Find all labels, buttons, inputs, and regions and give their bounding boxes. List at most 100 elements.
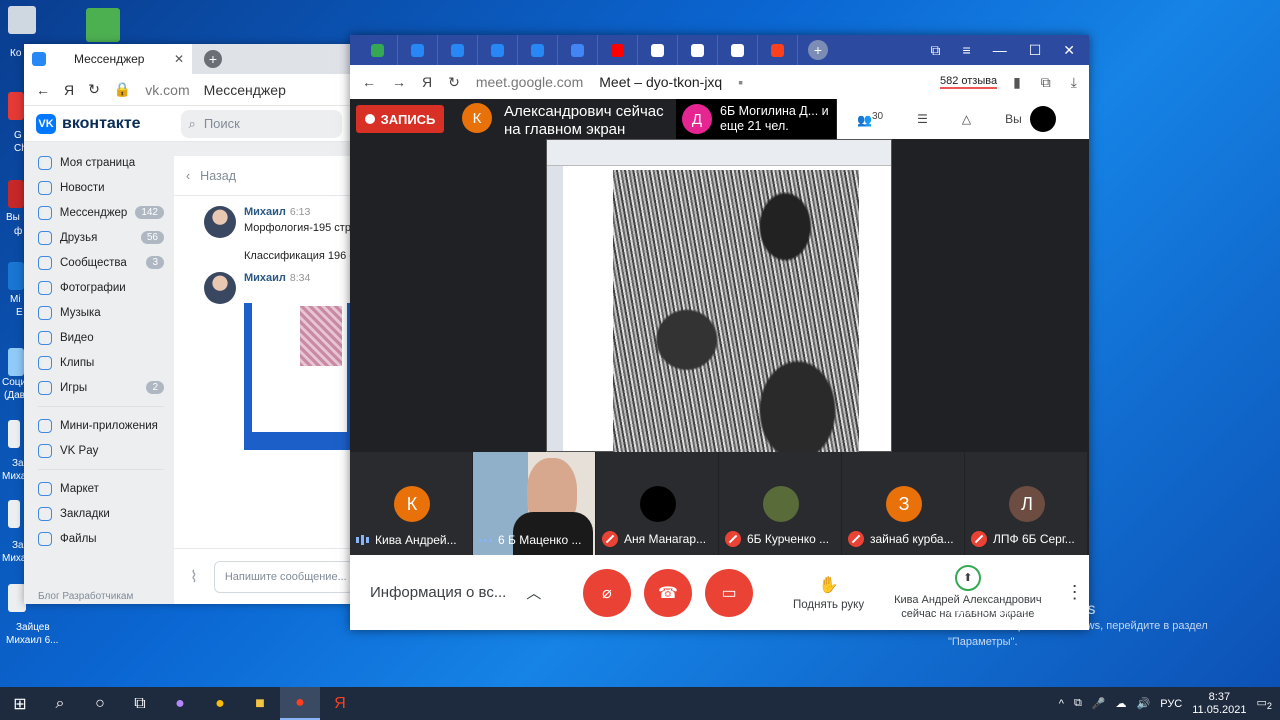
tab-messenger[interactable]: Мессенджер ✕ xyxy=(24,44,192,74)
volume-icon[interactable]: 🔊 xyxy=(1137,697,1151,710)
forward-icon[interactable]: → xyxy=(392,74,406,90)
people-button[interactable]: 👥30 xyxy=(857,111,883,127)
start-button[interactable]: ⊞ xyxy=(0,687,40,720)
back-button[interactable]: ‹ Назад xyxy=(174,156,354,196)
reviews-badge[interactable]: 582 отзыва xyxy=(939,75,998,89)
desktop-label[interactable]: Соци xyxy=(2,377,26,389)
footer-links[interactable]: Блог Разработчикам xyxy=(38,591,133,602)
camera-toggle-button[interactable]: ▭ xyxy=(705,568,753,617)
tab-youtube[interactable] xyxy=(598,35,638,65)
desktop-label[interactable]: (Дав xyxy=(4,390,25,402)
participant-tile[interactable]: 6 Б Маценко ... xyxy=(473,452,596,555)
screenshot-attachment[interactable] xyxy=(244,290,354,450)
new-tab-button[interactable]: + xyxy=(808,40,828,60)
paperclip-icon[interactable]: ⌇ xyxy=(190,567,198,587)
close-icon[interactable]: ✕ xyxy=(1063,42,1075,59)
participant-tile[interactable]: Л ЛПФ 6Б Серг... xyxy=(965,452,1088,555)
sidebar-item-games[interactable]: Игры 2 xyxy=(38,375,174,400)
reload-icon[interactable]: ↻ xyxy=(448,74,460,91)
message-author[interactable]: Михаил 8:34 xyxy=(244,272,354,284)
participant-tile[interactable]: Аня Манагар... xyxy=(596,452,719,555)
bookmark-icon[interactable]: ▮ xyxy=(1013,74,1021,91)
menu-icon[interactable]: ≡ xyxy=(963,42,971,59)
sidebar-item-friends[interactable]: Друзья 56 xyxy=(38,225,174,250)
folder-icon[interactable] xyxy=(78,8,120,44)
desktop-label[interactable]: Вы xyxy=(6,212,20,224)
meeting-info-button[interactable]: Информация о вс... ︿ xyxy=(370,582,570,603)
reload-icon[interactable]: ↻ xyxy=(88,81,100,98)
desktop-label[interactable]: Mi xyxy=(10,294,21,306)
activities-icon[interactable]: △ xyxy=(962,112,971,126)
sidebar-item-vk-pay[interactable]: VK Pay xyxy=(38,438,174,463)
alice-button[interactable]: ● xyxy=(160,687,200,720)
close-icon[interactable]: ✕ xyxy=(174,52,184,66)
desktop-label[interactable]: За xyxy=(12,540,24,552)
tab-bookmark[interactable] xyxy=(638,35,678,65)
sidebar-item-bookmarks[interactable]: Закладки xyxy=(38,501,174,526)
yandex-button[interactable]: Я xyxy=(320,687,360,720)
avatar[interactable] xyxy=(204,272,236,304)
address-bar[interactable]: ← → Я ↻ meet.google.com Meet – dyo-tkon-… xyxy=(350,65,1089,99)
vk-logo[interactable]: VK вконтакте xyxy=(36,113,141,134)
recycle-bin-icon[interactable] xyxy=(0,6,40,36)
sidebar-item-news[interactable]: Новости xyxy=(38,175,174,200)
network-icon[interactable]: ⧉ xyxy=(1074,697,1082,710)
tab-vk[interactable] xyxy=(478,35,518,65)
sidebar-item-communities[interactable]: Сообщества 3 xyxy=(38,250,174,275)
sidebar-item-video[interactable]: Видео xyxy=(38,325,174,350)
new-tab-button[interactable]: + xyxy=(204,50,222,68)
desktop-label[interactable]: Ко xyxy=(10,48,21,60)
task-view-button[interactable]: ⧉ xyxy=(120,687,160,720)
notifications-icon[interactable]: ▭2 xyxy=(1257,696,1273,711)
sidebar-item-music[interactable]: Музыка xyxy=(38,300,174,325)
microphone-icon[interactable]: 🎤 xyxy=(1092,697,1106,710)
participants-notice[interactable]: Д 6Б Могилина Д... и еще 21 чел. xyxy=(676,99,836,139)
desktop-label[interactable]: Михаил 6... xyxy=(6,635,58,647)
yandex-icon[interactable]: Я xyxy=(422,74,432,90)
sidebar-item-files[interactable]: Файлы xyxy=(38,526,174,551)
explorer-button[interactable]: ■ xyxy=(240,687,280,720)
participant-tile[interactable]: К Кива Андрей... xyxy=(350,452,473,555)
desktop-label[interactable]: ф xyxy=(14,226,22,238)
participant-tile[interactable]: 6Б Курченко ... xyxy=(719,452,842,555)
yandex-browser-button[interactable]: ● xyxy=(280,687,320,720)
avatar[interactable] xyxy=(204,206,236,238)
message-author[interactable]: Михаил 6:13 xyxy=(244,206,354,218)
maximize-icon[interactable]: ☐ xyxy=(1029,42,1042,59)
desktop-label[interactable]: За xyxy=(12,458,24,470)
sidebar-item-market[interactable]: Маркет xyxy=(38,476,174,501)
tab-vk[interactable] xyxy=(398,35,438,65)
onedrive-icon[interactable]: ☁ xyxy=(1116,697,1127,710)
message-input[interactable]: Напишите сообщение... xyxy=(213,560,354,593)
camera-icon[interactable]: ▪ xyxy=(738,74,743,90)
search-button[interactable]: ⌕ xyxy=(40,687,80,720)
tab-vk[interactable] xyxy=(518,35,558,65)
back-icon[interactable]: ← xyxy=(36,82,50,98)
chevron-up-icon[interactable]: ^ xyxy=(1059,698,1064,710)
input-language[interactable]: РУС xyxy=(1160,698,1182,710)
desktop-label[interactable]: G xyxy=(14,130,22,142)
mic-toggle-button[interactable]: ⌀ xyxy=(583,568,631,617)
minimize-icon[interactable]: — xyxy=(993,42,1007,59)
chat-icon[interactable]: ☰ xyxy=(917,112,928,126)
collections-icon[interactable]: ⧉ xyxy=(931,42,941,59)
sidebar-item-mini-apps[interactable]: Мини-приложения xyxy=(38,413,174,438)
sidebar-item-my-page[interactable]: Моя страница xyxy=(38,150,174,175)
chrome-button[interactable]: ● xyxy=(200,687,240,720)
tab-yandex[interactable] xyxy=(758,35,798,65)
desktop-label[interactable]: Зайцев xyxy=(16,622,50,634)
yandex-icon[interactable]: Я xyxy=(64,82,74,98)
tab-meet[interactable] xyxy=(358,35,398,65)
sidebar-item-messenger[interactable]: Мессенджер 142 xyxy=(38,200,174,225)
tab-vk[interactable] xyxy=(438,35,478,65)
search-input[interactable]: ⌕ Поиск xyxy=(180,109,342,138)
extensions-icon[interactable]: ⧉ xyxy=(1041,74,1051,91)
self-view[interactable]: Вы xyxy=(1005,106,1056,132)
tab-docs[interactable] xyxy=(558,35,598,65)
back-icon[interactable]: ← xyxy=(362,74,376,90)
raise-hand-button[interactable]: ✋ Поднять руку xyxy=(793,575,864,611)
participant-tile[interactable]: З зайнаб курба... xyxy=(842,452,965,555)
tab-bookmark[interactable] xyxy=(678,35,718,65)
leave-call-button[interactable]: ☎ xyxy=(644,568,692,617)
more-options-icon[interactable]: ⋮ xyxy=(1066,582,1084,603)
